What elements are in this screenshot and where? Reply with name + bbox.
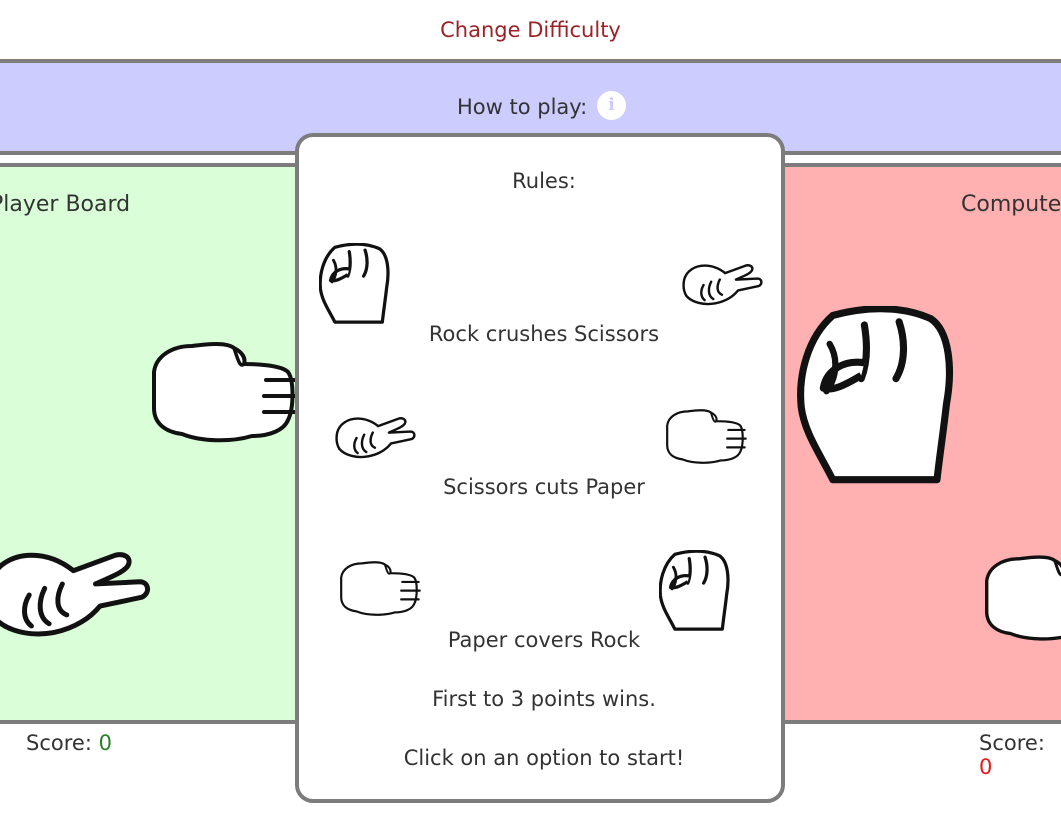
rock-icon [797, 306, 957, 486]
paper-icon [985, 552, 1061, 652]
player-score-value: 0 [98, 731, 112, 755]
rules-title: Rules: [512, 169, 576, 193]
computer-score-value: 0 [979, 755, 993, 779]
rock-icon [658, 549, 731, 636]
rule-paper-covers-rock: Paper covers Rock [447, 628, 641, 652]
player-paper-option[interactable] [152, 332, 302, 454]
player-scissors-option[interactable] [0, 540, 153, 650]
paper-icon [152, 332, 302, 454]
scissors-icon [682, 261, 764, 313]
paper-icon [665, 407, 749, 471]
player-score-label: Score: [26, 731, 92, 755]
start-instruction-text: Click on an option to start! [403, 746, 685, 770]
computer-paper-display [985, 552, 1061, 652]
computer-rock-display [797, 306, 957, 486]
computer-board-title: Computer [961, 192, 1061, 217]
scissors-icon [335, 414, 417, 466]
computer-score: Score: 0 [979, 731, 1061, 779]
points-to-win-text: First to 3 points wins. [432, 687, 656, 711]
change-difficulty-link[interactable]: Change Difficulty [0, 18, 1061, 42]
computer-score-label: Score: [979, 731, 1045, 755]
rules-modal: Rules: Rock crushes Scissors Scissors cu… [295, 133, 785, 803]
player-board-title: Player Board [0, 192, 131, 217]
info-icon[interactable]: i [597, 91, 626, 120]
scissors-icon [0, 540, 153, 650]
rock-icon [318, 242, 391, 329]
rule-scissors-cuts-paper: Scissors cuts Paper [443, 475, 645, 499]
how-to-play-label: How to play: [457, 95, 588, 119]
player-score: Score: 0 [26, 731, 112, 755]
paper-icon [339, 559, 423, 623]
rule-rock-crushes-scissors: Rock crushes Scissors [428, 322, 660, 346]
